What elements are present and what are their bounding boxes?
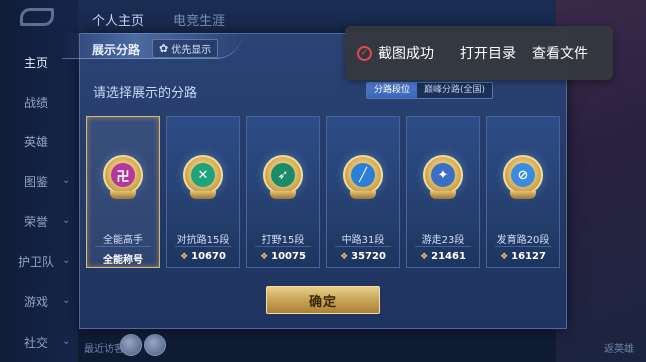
route-card-mid-lane[interactable]: ╱ 中路31段 ❖ 35720 — [326, 116, 400, 268]
nav-item-guard[interactable]: 护卫队 — [18, 253, 54, 270]
route-score: ❖ 21461 — [407, 251, 479, 262]
divider — [495, 246, 551, 247]
route-score: ❖ 16127 — [487, 251, 559, 262]
nav-item-game[interactable]: 游戏 — [24, 293, 48, 310]
priority-display-label: 优先显示 — [171, 45, 212, 56]
chevron-down-icon: ⌄ — [62, 336, 71, 347]
nav-item-home[interactable]: 主页 — [24, 54, 48, 71]
segment-peak-route[interactable]: 巅峰分路(全国) — [417, 83, 493, 98]
route-score: ❖ 10075 — [247, 251, 319, 262]
chevron-down-icon: ⌄ — [62, 215, 71, 226]
route-title-label: 全能称号 — [103, 255, 143, 266]
segment-control: 分路段位 巅峰分路(全国) — [366, 82, 494, 99]
badge-base — [430, 191, 456, 199]
divider — [415, 246, 471, 247]
roam-badge-icon: ✦ — [423, 155, 463, 195]
nav-item-record[interactable]: 战绩 — [24, 94, 48, 111]
tab-esports[interactable]: 电竞生涯 — [173, 10, 225, 29]
badge-base — [190, 191, 216, 199]
nav-item-social[interactable]: 社交 — [24, 334, 48, 351]
badge-glyph: ✦ — [431, 163, 455, 187]
badge-glyph: ⊘ — [511, 163, 535, 187]
rank-score-icon: ❖ — [340, 252, 349, 262]
mid-lane-badge-icon: ╱ — [343, 155, 383, 195]
score-value: 16127 — [511, 251, 546, 262]
back-logo-icon[interactable] — [20, 8, 54, 26]
dialog-title: 展示分路 — [92, 43, 141, 57]
check-circle-icon: ✓ — [357, 45, 372, 61]
score-value: 10670 — [191, 251, 226, 262]
screenshot-toast: ✓ 截图成功 打开目录 查看文件 — [345, 26, 613, 80]
chevron-down-icon: ⌄ — [62, 175, 71, 186]
rank-score-icon: ❖ — [420, 252, 429, 262]
badge-glyph: ╱ — [351, 163, 375, 187]
chevron-down-icon: ⌄ — [62, 295, 71, 306]
route-name: 打野15段 — [261, 235, 305, 246]
confirm-button[interactable]: 确定 — [266, 286, 380, 314]
divider — [175, 246, 231, 247]
route-card-farm-lane[interactable]: ⊘ 发育路20段 ❖ 16127 — [486, 116, 560, 268]
rank-score-icon: ❖ — [500, 252, 509, 262]
recent-visitors-label: 最近访客 — [84, 344, 124, 355]
score-value: 10075 — [271, 251, 306, 262]
score-value: 21461 — [431, 251, 466, 262]
route-card-clash-lane[interactable]: ✕ 对抗路15段 ❖ 10670 — [166, 116, 240, 268]
badge-base — [510, 191, 536, 199]
route-name: 对抗路15段 — [176, 235, 230, 246]
jungle-badge-icon: ➶ — [263, 155, 303, 195]
farm-lane-badge-icon: ⊘ — [503, 155, 543, 195]
gear-icon: ✿ — [159, 42, 169, 55]
back-hero-label[interactable]: 返英雄 — [604, 340, 634, 355]
select-prompt: 请选择展示的分路 — [93, 86, 198, 101]
badge-base — [110, 191, 136, 199]
route-name: 发育路20段 — [496, 235, 550, 246]
route-card-allround[interactable]: 卍 全能高手 全能称号 — [86, 116, 160, 268]
segment-route-rank[interactable]: 分路段位 — [367, 83, 418, 98]
rank-score-icon: ❖ — [260, 252, 269, 262]
allround-badge-icon: 卍 — [103, 155, 143, 195]
nav-item-gallery[interactable]: 图鉴 — [24, 173, 48, 190]
priority-display-button[interactable]: ✿ 优先显示 — [152, 39, 219, 58]
badge-base — [350, 191, 376, 199]
divider — [335, 246, 391, 247]
chevron-down-icon: ⌄ — [62, 255, 71, 266]
badge-glyph: ✕ — [191, 163, 215, 187]
rank-score-icon: ❖ — [180, 252, 189, 262]
toast-message: 截图成功 — [378, 46, 434, 62]
clash-lane-badge-icon: ✕ — [183, 155, 223, 195]
route-score: ❖ 35720 — [327, 251, 399, 262]
divider — [95, 246, 151, 247]
route-score: ❖ 10670 — [167, 251, 239, 262]
badge-glyph: 卍 — [111, 163, 135, 187]
view-file-link[interactable]: 查看文件 — [532, 43, 588, 63]
tab-profile[interactable]: 个人主页 — [92, 10, 144, 29]
route-card-jungle[interactable]: ➶ 打野15段 ❖ 10075 — [246, 116, 320, 268]
open-directory-link[interactable]: 打开目录 — [460, 43, 516, 63]
nav-item-honor[interactable]: 荣誉 — [24, 213, 48, 230]
nav-item-heroes[interactable]: 英雄 — [24, 133, 48, 150]
score-value: 35720 — [351, 251, 386, 262]
route-name: 游走23段 — [421, 235, 465, 246]
avatar[interactable] — [144, 334, 166, 356]
route-card-roam[interactable]: ✦ 游走23段 ❖ 21461 — [406, 116, 480, 268]
route-name: 中路31段 — [341, 235, 385, 246]
badge-base — [270, 191, 296, 199]
route-name: 全能高手 — [103, 235, 143, 246]
badge-glyph: ➶ — [271, 163, 295, 187]
divider — [255, 246, 311, 247]
